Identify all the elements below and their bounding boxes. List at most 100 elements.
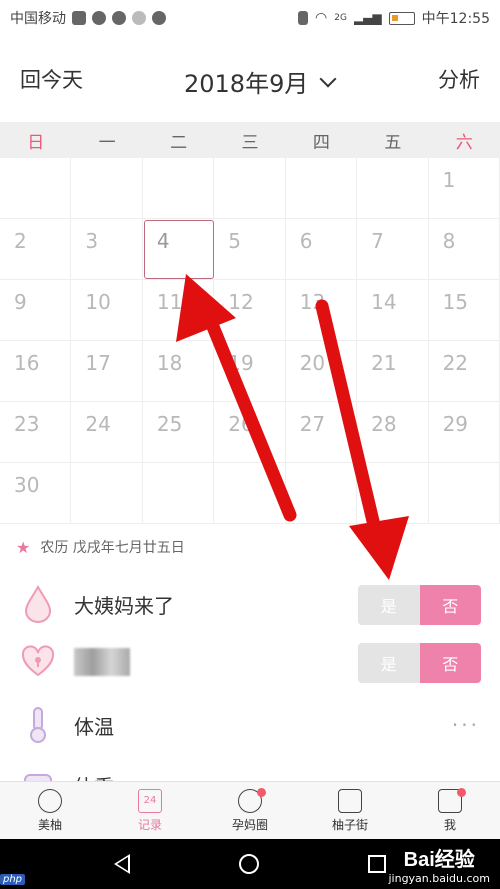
- temperature-record-row[interactable]: 体温 ···: [0, 693, 500, 757]
- calendar-day[interactable]: 4: [142, 219, 215, 280]
- home-icon[interactable]: [238, 854, 259, 874]
- calendar-day[interactable]: 17: [71, 341, 143, 402]
- recent-apps-icon[interactable]: [367, 855, 386, 873]
- calendar-day[interactable]: 16: [0, 341, 72, 402]
- calendar-day[interactable]: 30: [0, 463, 72, 524]
- calendar-day[interactable]: 25: [142, 402, 215, 463]
- calendar-day[interactable]: 26: [214, 402, 286, 463]
- love-no-button[interactable]: 否: [419, 643, 481, 683]
- blurred-label: [74, 648, 130, 676]
- today-button[interactable]: 回今天: [20, 64, 83, 94]
- calendar-empty-cell: [214, 463, 286, 524]
- carrier-name: 中国移动: [10, 11, 66, 27]
- calendar-day[interactable]: 19: [214, 341, 286, 402]
- calendar-empty-cell: [285, 463, 358, 524]
- calendar-day[interactable]: 8: [428, 219, 500, 280]
- compass-icon: [152, 11, 166, 25]
- lunar-date-text: 农历 戊戌年七月廿五日: [40, 540, 185, 556]
- month-title: 2018年9月: [184, 70, 309, 98]
- tab-pregnancy-circle[interactable]: 孕妈圈: [200, 782, 300, 839]
- thermometer-icon: [20, 705, 56, 745]
- month-selector[interactable]: 2018年9月: [184, 64, 337, 99]
- calendar-day[interactable]: 3: [71, 219, 143, 280]
- tab-label: 记录: [137, 817, 162, 832]
- calendar-day[interactable]: 28: [357, 402, 429, 463]
- calendar-empty-cell: [357, 463, 429, 524]
- clock: 中午12:55: [421, 11, 490, 27]
- calendar-day[interactable]: 12: [214, 280, 286, 341]
- calendar-day[interactable]: 7: [357, 219, 429, 280]
- baidu-watermark: Bai经验 jingyan.baidu.com: [388, 843, 490, 885]
- chevron-down-icon: [319, 70, 337, 87]
- calendar-day[interactable]: 20: [285, 341, 358, 402]
- tab-me[interactable]: 我: [400, 782, 500, 839]
- calendar-day[interactable]: 13: [285, 280, 358, 341]
- calendar-day[interactable]: 9: [0, 280, 72, 341]
- tab-youzi-street[interactable]: 柚子街: [300, 782, 400, 839]
- weight-label: 体重: [74, 771, 114, 781]
- more-icon[interactable]: ···: [452, 713, 480, 737]
- vibrate-icon: [298, 11, 309, 25]
- calendar-day[interactable]: 1: [428, 158, 500, 219]
- chat-icon: [112, 11, 126, 25]
- period-record-row: 大姨妈来了 是 否: [0, 572, 500, 636]
- status-right: ◠ 2G ▂▄▆ 中午12:55: [298, 8, 490, 28]
- status-bar: 中国移动 ◠ 2G ▂▄▆ 中午12:55: [0, 0, 500, 36]
- calendar-empty-cell: [428, 463, 500, 524]
- baidu-logo: Bai经验: [403, 849, 475, 871]
- analyze-button[interactable]: 分析: [438, 64, 480, 94]
- star-icon: ★: [16, 537, 31, 557]
- calendar-empty-cell: [0, 158, 72, 219]
- calendar-day[interactable]: 11: [142, 280, 215, 341]
- calendar-day[interactable]: 15: [428, 280, 500, 341]
- period-label: 大姨妈来了: [74, 593, 174, 618]
- tab-label: 我: [443, 817, 456, 832]
- bottom-tab-bar: 美柚 24 记录 孕妈圈 柚子街 我: [0, 781, 500, 839]
- calendar-day[interactable]: 6: [285, 219, 358, 280]
- weekday-label: 日: [27, 132, 45, 153]
- notification-dot: [257, 788, 266, 797]
- calendar-icon: 24: [138, 788, 162, 813]
- calendar-day[interactable]: 21: [357, 341, 429, 402]
- notification-icon: [72, 11, 86, 25]
- baidu-url: jingyan.baidu.com: [388, 872, 490, 885]
- temperature-label: 体温: [74, 714, 114, 739]
- love-yes-button[interactable]: 是: [358, 643, 420, 683]
- signal-icon: ▂▄▆: [353, 11, 382, 25]
- network-type: 2G: [334, 13, 347, 23]
- period-yes-button[interactable]: 是: [358, 585, 420, 625]
- calendar-day[interactable]: 23: [0, 402, 72, 463]
- tab-meiyou[interactable]: 美柚: [0, 782, 100, 839]
- calendar-empty-cell: [71, 158, 143, 219]
- calendar-day[interactable]: 14: [357, 280, 429, 341]
- calendar-day[interactable]: 2: [0, 219, 72, 280]
- app-icon: [132, 11, 146, 25]
- calendar-day[interactable]: 24: [71, 402, 143, 463]
- calendar-empty-cell: [71, 463, 143, 524]
- calendar-empty-cell: [142, 158, 215, 219]
- tab-label: 孕妈圈: [231, 817, 268, 832]
- weekday-label: 三: [241, 132, 259, 153]
- calendar-day[interactable]: 18: [142, 341, 215, 402]
- calendar-empty-cell: [357, 158, 429, 219]
- calendar-day[interactable]: 10: [71, 280, 143, 341]
- calendar-day[interactable]: 5: [214, 219, 286, 280]
- weekday-label: 一: [98, 132, 116, 153]
- notification-icon: [92, 11, 106, 25]
- battery-icon: [388, 11, 415, 25]
- period-no-button[interactable]: 否: [419, 585, 481, 625]
- calendar-header: 回今天 2018年9月 分析: [0, 36, 500, 122]
- calendar-empty-cell: [142, 463, 215, 524]
- love-record-row: 是 否: [0, 630, 500, 694]
- calendar-day[interactable]: 27: [285, 402, 358, 463]
- calendar-empty-cell: [285, 158, 358, 219]
- tab-record[interactable]: 24 记录: [100, 782, 200, 839]
- back-icon[interactable]: [114, 854, 131, 874]
- weight-record-row[interactable]: 体重: [0, 757, 500, 781]
- status-left: 中国移动: [10, 8, 166, 28]
- php-watermark: php: [0, 874, 26, 885]
- calendar-day[interactable]: 29: [428, 402, 500, 463]
- wifi-icon: ◠: [315, 10, 328, 26]
- weekday-label: 四: [312, 132, 330, 153]
- calendar-day[interactable]: 22: [428, 341, 500, 402]
